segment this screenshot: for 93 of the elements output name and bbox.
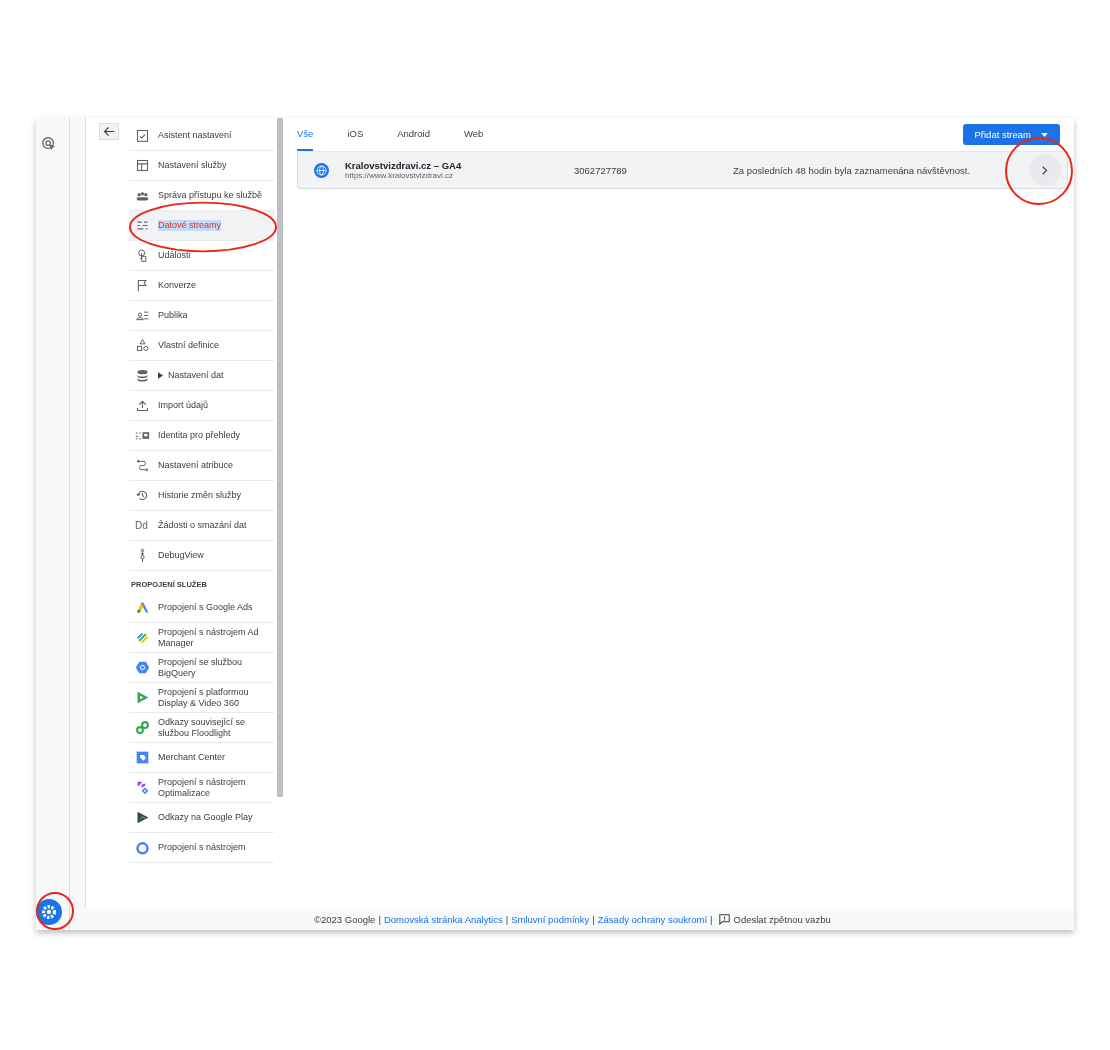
feedback-icon: [718, 913, 730, 925]
nav-item[interactable]: Identita pro přehledy: [129, 421, 274, 451]
stream-row[interactable]: Kralovstvizdravi.cz – GA4 https://www.kralovstvizdravi.cz 3062727789 Za posledních 48 hodin byla zaznamenána návštěvnost.: [297, 152, 1068, 189]
nav-label: Identita pro přehledy: [158, 430, 241, 441]
globe-icon: [314, 162, 329, 178]
nav-label: Propojení se službou BigQuery: [158, 657, 244, 678]
link-icon: [135, 720, 150, 735]
nav-item[interactable]: Asistent nastavení: [129, 121, 274, 151]
play-store-icon: [135, 810, 150, 825]
copyright-text: ©2023 Google: [314, 913, 376, 925]
nav-label: Propojení s nástrojem Ad Manager: [158, 627, 260, 648]
checklist-icon: [135, 128, 150, 143]
nav-item[interactable]: Nastavení dat: [129, 361, 274, 391]
footer-link[interactable]: Domovská stránka Analytics: [383, 913, 503, 925]
nav-label: Datové streamy: [158, 220, 222, 231]
history-icon: [135, 488, 150, 503]
puzzle-logo-icon: [135, 780, 150, 795]
separator: |: [378, 913, 381, 925]
nav-item[interactable]: Propojení s platformou Display & Video 360: [129, 683, 274, 713]
nav-item[interactable]: Konverze: [129, 271, 274, 301]
nav-label: Odkazy související se službou Floodlight: [158, 717, 247, 738]
nav-label: Konverze: [158, 280, 197, 291]
tag-icon: [135, 750, 150, 765]
nav-item[interactable]: Odkazy související se službou Floodlight: [129, 713, 274, 743]
footer-link[interactable]: Zásady ochrany soukromí: [597, 913, 708, 925]
hexagon-icon: [135, 660, 150, 675]
add-stream-button[interactable]: Přidat stream: [962, 124, 1060, 145]
nav-label: Merchant Center: [158, 752, 226, 763]
database-icon: [135, 368, 150, 383]
chevron-icon: [1042, 165, 1048, 175]
highlight-ellipse: [1004, 136, 1074, 206]
nav-item[interactable]: Propojení s nástrojem Optimalizace: [129, 773, 274, 803]
stream-id: 3062727789: [574, 164, 628, 176]
stripes-logo-icon: [135, 630, 150, 645]
back-button[interactable]: [99, 123, 119, 140]
nav-item[interactable]: Historie změn služby: [129, 481, 274, 511]
tab[interactable]: iOS: [347, 118, 364, 151]
nav-label: Propojení s Google Ads: [158, 602, 253, 613]
nav-item[interactable]: Vlastní definice: [129, 331, 274, 361]
stream-url: https://www.kralovstvizdravi.cz: [345, 171, 455, 180]
nav-label: Propojení s nástrojem Optimalizace: [158, 777, 247, 798]
highlight-ellipse: [35, 891, 75, 931]
nav-label: Nastavení dat: [168, 370, 224, 381]
nav-label: Import údajů: [158, 400, 209, 411]
nav-item[interactable]: Propojení se službou BigQuery: [129, 653, 274, 683]
cursor-click-icon[interactable]: [41, 136, 57, 152]
nav-label: Propojení s nástrojem: [158, 842, 246, 853]
nav-item[interactable]: DebugView: [129, 541, 274, 571]
nav-label: DebugView: [158, 550, 204, 561]
shapes-icon: [135, 338, 150, 353]
caret-icon: [158, 372, 163, 379]
nav-item[interactable]: Dd Žádosti o smazání dat: [129, 511, 274, 541]
separator: |: [505, 913, 509, 925]
nav-item[interactable]: Propojení s nástrojem: [129, 833, 274, 863]
nav-item[interactable]: Propojení s nástrojem Ad Manager: [129, 623, 274, 653]
nav-item[interactable]: Import údajů: [129, 391, 274, 421]
nav-label: Historie změn služby: [158, 490, 242, 501]
play-icon: [135, 690, 150, 705]
nav-label: Odkazy na Google Play: [158, 812, 253, 823]
nav-item[interactable]: Nastavení atribuce: [129, 451, 274, 481]
nav-item[interactable]: Publika: [129, 301, 274, 331]
nav-item[interactable]: Nastavení služby: [129, 151, 274, 181]
nav-label: Žádosti o smazání dat: [158, 520, 247, 531]
nav-label: Správa přístupu ke službě: [158, 190, 263, 201]
layout-icon: [135, 158, 150, 173]
triangle-logo-icon: [135, 600, 150, 615]
nav-item[interactable]: Události: [129, 241, 274, 271]
separator: |: [710, 913, 713, 925]
feedback-link[interactable]: Odeslat zpětnou vazbu: [718, 913, 831, 925]
letters-icon: Dd: [135, 520, 150, 531]
nav-label: Propojení s platformou Display & Video 360: [158, 687, 250, 708]
stream-status: Za posledních 48 hodin byla zaznamenána návštěvnost.: [733, 164, 972, 176]
tab[interactable]: Web: [463, 118, 484, 151]
separator: |: [592, 913, 595, 925]
nav-label: Nastavení služby: [158, 160, 227, 171]
settings-icon[interactable]: [36, 899, 62, 925]
nav-item[interactable]: Merchant Center: [129, 743, 274, 773]
footer-link[interactable]: Smluvní podmínky: [511, 913, 590, 925]
nav-item[interactable]: Propojení s Google Ads: [129, 593, 274, 623]
nav-item[interactable]: Odkazy na Google Play: [129, 803, 274, 833]
circle-logo-icon: [135, 840, 150, 855]
nav-label: Publika: [158, 310, 188, 321]
upload-icon: [135, 398, 150, 413]
nav-label: Asistent nastavení: [158, 130, 232, 141]
stream-name: Kralovstvizdravi.cz – GA4: [345, 160, 463, 171]
back-arrow-icon: [102, 125, 116, 138]
nav-label: Vlastní definice: [158, 340, 220, 351]
nav-label: Nastavení atribuce: [158, 460, 234, 471]
tab[interactable]: Android: [397, 118, 430, 151]
route-icon: [135, 458, 150, 473]
nav-label: Události: [158, 250, 191, 261]
caret-icon: [1041, 132, 1048, 137]
flag-icon: [135, 278, 150, 293]
